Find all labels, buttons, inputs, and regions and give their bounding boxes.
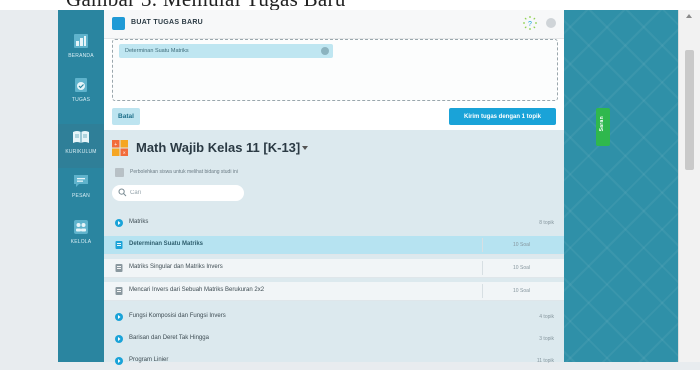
message-icon [74,175,88,187]
nav-label-tugas: TUGAS [71,97,91,103]
chapter-row[interactable]: Program Linier 11 topik [104,352,564,370]
chapter-topic-count: 4 topik [539,314,554,320]
topic-question-count: 10 Soal [513,265,530,271]
nav-label-kurikulum: KURIKULUM [65,149,97,155]
chapter-label: Program Linier [129,357,169,363]
expand-icon [115,335,123,343]
feedback-tab[interactable]: Saran [596,108,610,146]
background-area [564,10,678,362]
help-icon[interactable]: ? [522,15,538,31]
chapter-topic-count: 11 topik [536,358,554,364]
nav-label-beranda: BERANDA [68,53,94,59]
new-task-panel: BUAT TUGAS BARU ? Determinan Suatu Matri… [104,10,564,365]
expand-icon [115,313,123,321]
svg-text:×: × [123,151,126,157]
sidebar-nav: BERANDA TUGAS KURIKULUM PESAN KELOLA [58,10,104,362]
chapter-label: Barisan dan Deret Tak Hingga [129,335,209,341]
svg-text:+: + [114,142,117,148]
feedback-label: Saran [599,116,605,132]
nav-label-kelola: KELOLA [70,239,92,245]
search-input[interactable] [130,187,238,198]
assignment-icon [75,78,87,92]
search-icon [118,188,127,197]
selected-topic-label: Determinan Suatu Matriks [125,48,189,54]
search-box[interactable] [112,185,244,201]
column-divider [482,261,483,275]
topic-label: Mencari Invers dari Sebuah Matriks Beruk… [129,287,265,293]
topic-doc-icon [115,287,123,295]
topic-doc-icon [115,241,123,249]
svg-text:?: ? [528,21,532,28]
caption-text: Gambar 3. Memulai Tugas Baru [66,0,346,10]
chevron-down-icon[interactable] [302,146,308,150]
topic-label: Matriks Singular dan Matriks Invers [129,264,223,270]
column-divider [482,238,483,252]
chapter-topic-count: 3 topik [539,336,554,342]
expand-icon [115,357,123,365]
expand-icon [115,219,123,227]
book-icon [73,131,89,143]
nav-item-beranda[interactable]: BERANDA [58,28,104,72]
cancel-button[interactable]: Batal [112,108,140,125]
manage-icon [74,220,88,234]
chapter-row[interactable]: Matriks 8 topik [104,214,564,232]
allow-students-checkbox[interactable] [115,168,124,177]
close-icon[interactable] [546,18,556,28]
nav-item-kurikulum[interactable]: KURIKULUM [58,124,104,168]
scroll-up-icon[interactable] [686,14,692,18]
curriculum-list: + × Math Wajib Kelas 11 [K-13] Perbolehk… [104,130,564,365]
app-window: BERANDA TUGAS KURIKULUM PESAN KELOLA BUA… [58,10,678,365]
topic-row[interactable]: Matriks Singular dan Matriks Invers 10 S… [104,259,564,278]
task-icon [112,17,125,30]
nav-item-pesan[interactable]: PESAN [58,168,104,212]
subject-title[interactable]: Math Wajib Kelas 11 [K-13] [136,140,300,155]
topic-doc-icon [115,264,123,272]
topic-label: Determinan Suatu Matriks [129,241,204,247]
chapter-label: Matriks [129,219,149,225]
scrollbar[interactable] [678,10,700,362]
panel-title: BUAT TUGAS BARU [131,19,204,26]
send-task-button[interactable]: Kirim tugas dengan 1 topik [449,108,556,125]
topic-question-count: 10 Soal [513,288,530,294]
nav-item-tugas[interactable]: TUGAS [58,72,104,116]
selected-topics-dropzone[interactable]: Determinan Suatu Matriks [112,39,558,101]
scroll-thumb[interactable] [685,50,694,170]
chapter-row[interactable]: Fungsi Komposisi dan Fungsi Invers 4 top… [104,308,564,326]
topic-row-selected[interactable]: Determinan Suatu Matriks 10 Soal [104,236,564,255]
remove-topic-icon[interactable] [321,47,329,55]
topic-row[interactable]: Mencari Invers dari Sebuah Matriks Beruk… [104,282,564,301]
nav-label-pesan: PESAN [72,193,90,199]
column-divider [482,284,483,298]
allow-students-label: Perbolehkan siswa untuk melihat bidang s… [130,169,238,175]
chapter-row[interactable]: Barisan dan Deret Tak Hingga 3 topik [104,330,564,348]
home-icon [74,34,88,48]
topic-question-count: 10 Soal [513,242,530,248]
figure-caption: Gambar 3. Memulai Tugas Baru [0,0,700,10]
chapter-label: Fungsi Komposisi dan Fungsi Invers [129,313,226,319]
selected-topic-chip: Determinan Suatu Matriks [119,44,333,58]
panel-header: BUAT TUGAS BARU ? [104,10,564,39]
chapter-topic-count: 8 topik [539,220,554,226]
subject-logo-icon: + × [112,140,128,156]
nav-item-kelola[interactable]: KELOLA [58,214,104,258]
